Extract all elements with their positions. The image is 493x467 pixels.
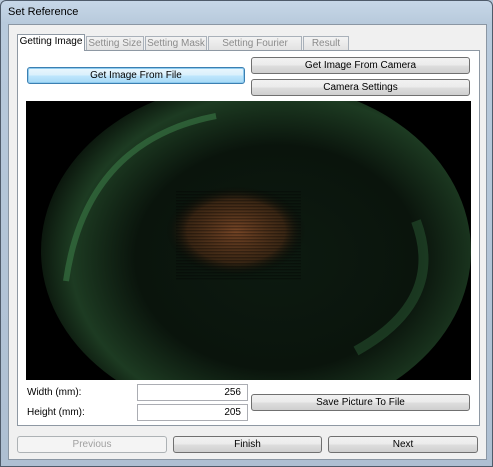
title-bar[interactable]: Set Reference	[1, 1, 492, 23]
tab-result[interactable]: Result	[303, 36, 349, 50]
height-label: Height (mm):	[27, 407, 85, 418]
getting-image-panel: Get Image From File Get Image From Camer…	[17, 50, 480, 426]
save-picture-to-file-button[interactable]: Save Picture To File	[251, 394, 470, 411]
next-button[interactable]: Next	[328, 436, 478, 453]
tab-setting-mask[interactable]: Setting Mask	[145, 36, 207, 50]
camera-settings-button[interactable]: Camera Settings	[251, 79, 470, 96]
finish-button[interactable]: Finish	[173, 436, 322, 453]
tab-setting-fourier-mask[interactable]: Setting Fourier Mask	[208, 36, 302, 63]
tab-setting-size[interactable]: Setting Size	[86, 36, 144, 50]
reference-image	[26, 101, 471, 380]
width-input[interactable]: 256	[137, 384, 248, 401]
get-image-from-file-button[interactable]: Get Image From File	[27, 67, 245, 84]
set-reference-window: Set Reference Getting Image Setting Size…	[0, 0, 493, 467]
dialog-client-area: Getting Image Setting Size Setting Mask …	[8, 24, 487, 460]
window-title: Set Reference	[8, 6, 79, 18]
width-label: Width (mm):	[27, 387, 82, 398]
height-input[interactable]: 205	[137, 404, 248, 421]
reference-image-canvas	[26, 101, 471, 380]
get-image-from-camera-button[interactable]: Get Image From Camera	[251, 57, 470, 74]
tab-getting-image[interactable]: Getting Image	[17, 34, 85, 51]
previous-button[interactable]: Previous	[17, 436, 167, 453]
